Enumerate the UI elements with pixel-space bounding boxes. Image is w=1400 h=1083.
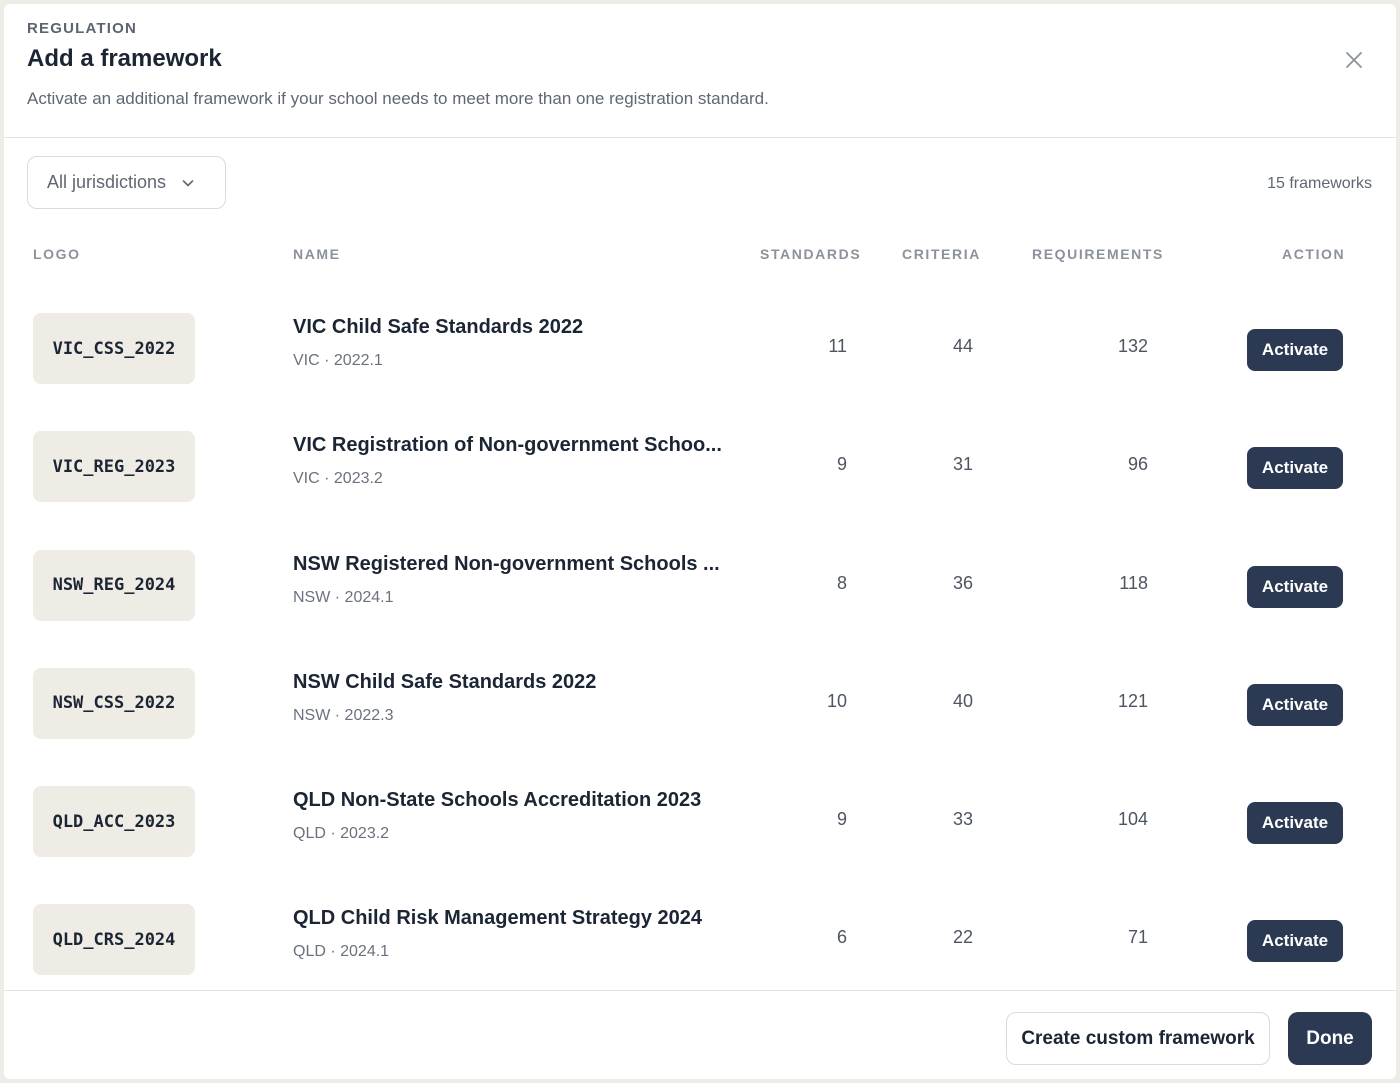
- standards-count: 10: [826, 690, 847, 711]
- close-button[interactable]: [1342, 48, 1366, 72]
- framework-meta: QLD · 2023.2: [293, 825, 390, 843]
- jurisdiction-select[interactable]: All jurisdictions: [27, 156, 226, 209]
- table-row: NSW_CSS_2022 NSW Child Safe Standards 20…: [4, 645, 1396, 763]
- framework-logo: VIC_REG_2023: [33, 431, 195, 503]
- framework-logo: VIC_CSS_2022: [33, 313, 195, 384]
- standards-count: 6: [836, 927, 847, 948]
- dialog-header: REGULATION Add a framework Activate an a…: [4, 4, 1396, 138]
- create-custom-framework-button[interactable]: Create custom framework: [1006, 1012, 1270, 1065]
- framework-logo: NSW_CSS_2022: [33, 667, 195, 739]
- activate-button[interactable]: Activate: [1247, 683, 1343, 726]
- dialog-eyebrow: REGULATION: [27, 20, 138, 37]
- criteria-count: 40: [952, 690, 973, 711]
- framework-name: VIC Registration of Non-government Schoo…: [293, 434, 722, 457]
- standards-count: 9: [836, 809, 847, 830]
- framework-meta: VIC · 2023.2: [293, 470, 383, 488]
- criteria-count: 22: [952, 927, 973, 948]
- dialog-footer: Create custom framework Done: [4, 990, 1396, 1079]
- standards-count: 9: [836, 454, 847, 475]
- table-row: QLD_CRS_2024 QLD Child Risk Management S…: [4, 881, 1396, 999]
- framework-list: VIC_CSS_2022 VIC Child Safe Standards 20…: [4, 290, 1396, 1000]
- activate-button[interactable]: Activate: [1247, 447, 1343, 490]
- requirements-count: 104: [1117, 809, 1148, 830]
- framework-name: QLD Child Risk Management Strategy 2024: [293, 907, 703, 930]
- framework-meta: NSW · 2024.1: [293, 588, 394, 606]
- table-header: LOGO NAME STANDARDS CRITERIA REQUIREMENT…: [4, 220, 1396, 290]
- framework-count: 15 frameworks: [1267, 175, 1372, 192]
- close-icon: [1346, 52, 1362, 68]
- done-button[interactable]: Done: [1288, 1012, 1372, 1065]
- chevron-down-icon: [182, 179, 194, 186]
- table-toolbar: All jurisdictions 15 frameworks: [4, 138, 1396, 220]
- standards-count: 8: [836, 572, 847, 593]
- column-header-logo: LOGO: [33, 246, 81, 262]
- criteria-count: 31: [952, 454, 973, 475]
- activate-button[interactable]: Activate: [1247, 329, 1343, 371]
- standards-count: 11: [828, 336, 847, 356]
- criteria-count: 33: [952, 809, 973, 830]
- framework-logo: QLD_ACC_2023: [33, 786, 195, 858]
- criteria-count: 44: [952, 336, 973, 356]
- column-header-requirements: REQUIREMENTS: [1032, 246, 1164, 262]
- requirements-count: 118: [1119, 572, 1148, 593]
- column-header-action: ACTION: [1282, 246, 1346, 262]
- requirements-count: 121: [1117, 690, 1148, 711]
- dialog-subtitle: Activate an additional framework if your…: [27, 89, 769, 108]
- column-header-standards: STANDARDS: [760, 246, 862, 262]
- activate-button[interactable]: Activate: [1247, 920, 1343, 963]
- framework-name: NSW Child Safe Standards 2022: [293, 670, 597, 693]
- framework-meta: QLD · 2024.1: [293, 943, 390, 961]
- table-row: QLD_ACC_2023 QLD Non-State Schools Accre…: [4, 763, 1396, 881]
- table-row: VIC_REG_2023 VIC Registration of Non-gov…: [4, 408, 1396, 526]
- framework-name: VIC Child Safe Standards 2022: [293, 316, 584, 338]
- dialog-title: Add a framework: [27, 45, 222, 72]
- column-header-criteria: CRITERIA: [902, 246, 981, 262]
- framework-logo: NSW_REG_2024: [33, 549, 195, 621]
- framework-name: QLD Non-State Schools Accreditation 2023: [293, 789, 702, 812]
- jurisdiction-select-value: All jurisdictions: [47, 172, 167, 192]
- requirements-count: 71: [1127, 927, 1148, 948]
- activate-button[interactable]: Activate: [1247, 565, 1343, 608]
- framework-name: NSW Registered Non-government Schools ..…: [293, 552, 720, 575]
- table-row: VIC_CSS_2022 VIC Child Safe Standards 20…: [4, 290, 1396, 408]
- table-row: NSW_REG_2024 NSW Registered Non-governme…: [4, 527, 1396, 645]
- framework-meta: NSW · 2022.3: [293, 706, 394, 724]
- add-framework-dialog: REGULATION Add a framework Activate an a…: [4, 4, 1396, 1079]
- criteria-count: 36: [952, 572, 973, 593]
- activate-button[interactable]: Activate: [1247, 802, 1343, 845]
- requirements-count: 132: [1117, 336, 1148, 356]
- framework-logo: QLD_CRS_2024: [33, 904, 195, 976]
- framework-meta: VIC · 2022.1: [293, 352, 383, 369]
- requirements-count: 96: [1127, 454, 1148, 475]
- column-header-name: NAME: [293, 246, 341, 262]
